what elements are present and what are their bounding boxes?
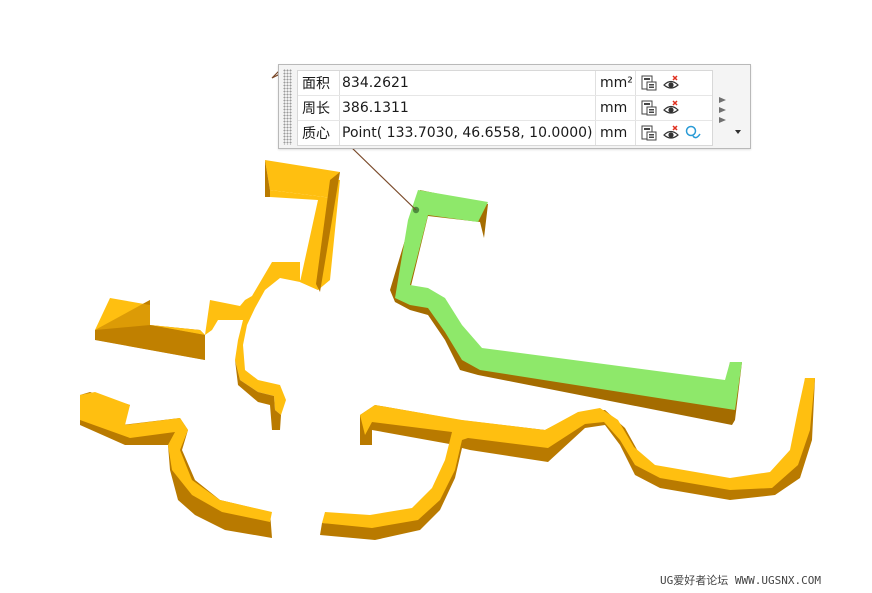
table-row-area: 面积 834.2621 mm²	[298, 71, 712, 96]
show-hide-eye-icon[interactable]	[662, 74, 680, 92]
row-label: 面积	[298, 71, 340, 95]
row-actions	[636, 121, 712, 145]
row-value[interactable]: 386.1311	[340, 96, 596, 120]
row-actions	[636, 96, 712, 120]
row-value[interactable]: Point( 133.7030, 46.6558, 10.0000)	[340, 121, 596, 145]
export-to-sheet-icon[interactable]	[640, 74, 658, 92]
export-to-sheet-icon[interactable]	[640, 124, 658, 142]
row-unit[interactable]: mm	[596, 121, 636, 145]
row-value[interactable]: 834.2621	[340, 71, 596, 95]
show-hide-eye-icon[interactable]	[662, 99, 680, 117]
solid-body-b[interactable]	[80, 392, 272, 538]
row-label: 周长	[298, 96, 340, 120]
selected-solid-body[interactable]	[390, 190, 742, 425]
expand-arrow-icon[interactable]	[719, 97, 726, 103]
row-label: 质心	[298, 121, 340, 145]
table-row-perimeter: 周长 386.1311 mm	[298, 96, 712, 121]
show-hide-eye-icon[interactable]	[662, 124, 680, 142]
dropdown-arrow-icon[interactable]	[735, 130, 741, 134]
expand-arrow-icon[interactable]	[719, 117, 726, 123]
solid-body-c[interactable]	[320, 378, 815, 540]
point-constructor-icon[interactable]	[684, 124, 702, 142]
measurement-table: 面积 834.2621 mm² 周长 386.1311 mm 质心 Point(…	[297, 70, 713, 146]
drag-grip-handle[interactable]	[283, 69, 292, 145]
table-row-centroid: 质心 Point( 133.7030, 46.6558, 10.0000) mm	[298, 121, 712, 145]
solid-body-a[interactable]	[95, 160, 340, 430]
measurement-panel[interactable]: 面积 834.2621 mm² 周长 386.1311 mm 质心 Point(…	[278, 64, 751, 149]
row-unit[interactable]: mm²	[596, 71, 636, 95]
expand-arrow-icon[interactable]	[719, 107, 726, 113]
watermark-text: UG爱好者论坛 WWW.UGSNX.COM	[660, 574, 821, 587]
export-to-sheet-icon[interactable]	[640, 99, 658, 117]
row-unit[interactable]: mm	[596, 96, 636, 120]
panel-side-controls	[717, 93, 747, 143]
row-actions	[636, 71, 712, 95]
